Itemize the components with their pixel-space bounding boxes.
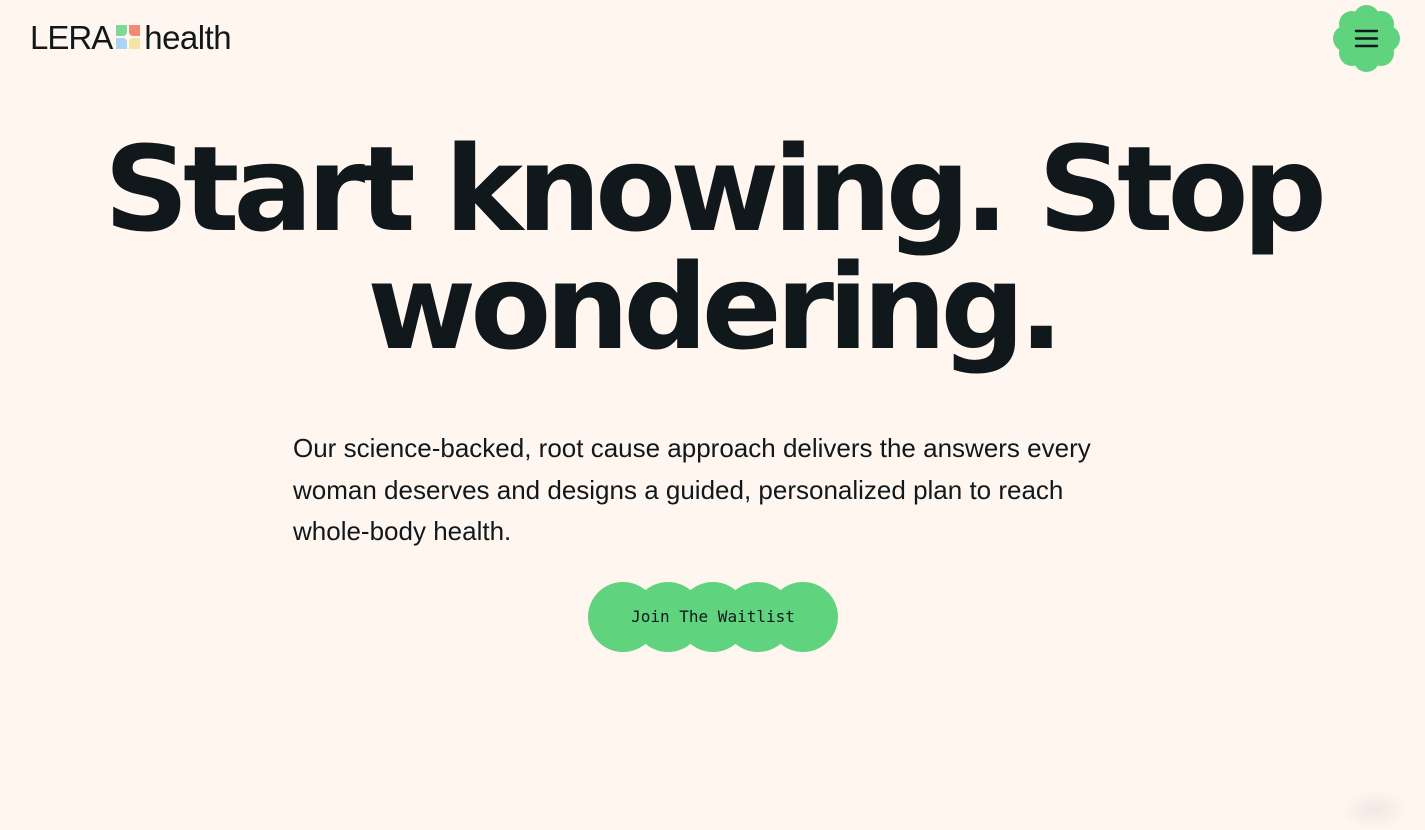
- lera-health-logo[interactable]: LERA health: [30, 17, 232, 57]
- logo-text-lera: LERA: [30, 18, 113, 56]
- logo-text-health: health: [144, 18, 232, 56]
- join-waitlist-label: Join The Waitlist: [631, 607, 795, 626]
- hero-headline: Start knowing. Stop wondering.: [103, 120, 1327, 376]
- hero-description: Our science-backed, root cause approach …: [293, 433, 1091, 546]
- menu-button-shape: [1333, 5, 1400, 72]
- corner-shadow: [1340, 790, 1410, 830]
- join-waitlist-button[interactable]: Join The Waitlist: [588, 582, 838, 652]
- menu-button[interactable]: [1331, 3, 1402, 74]
- logo-mark-icon: [114, 23, 142, 51]
